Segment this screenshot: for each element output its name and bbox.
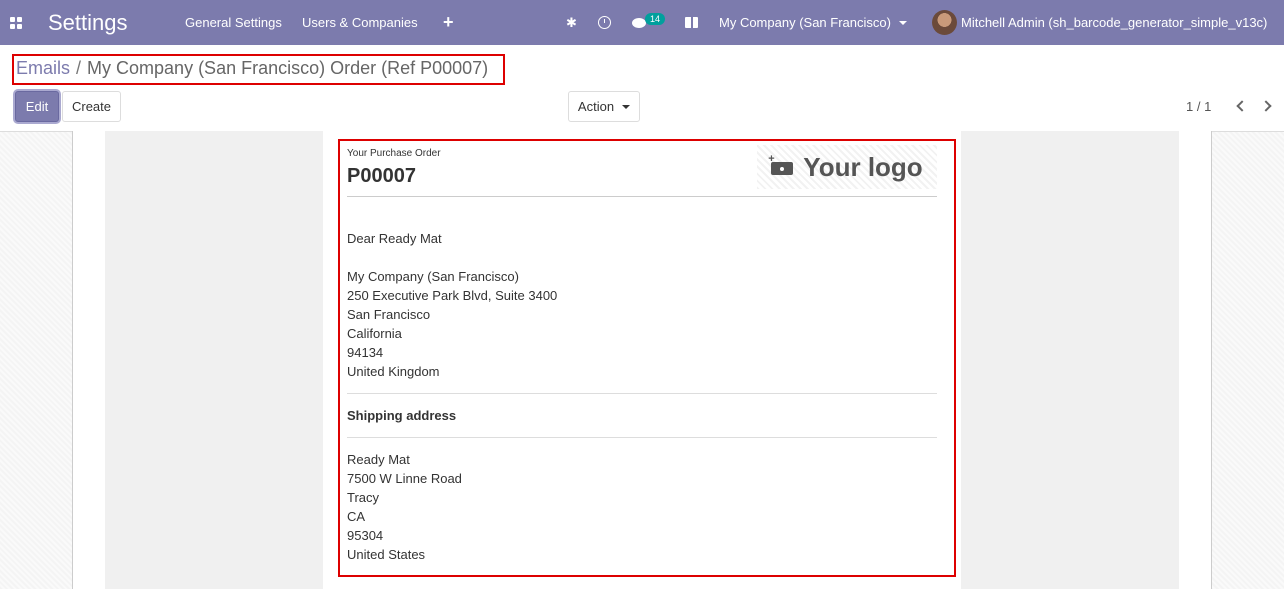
gift-icon[interactable] [685, 0, 698, 45]
purchase-order-label: Your Purchase Order [347, 148, 441, 159]
shipping-address-line: Tracy [347, 490, 380, 505]
menu-general-settings[interactable]: General Settings [185, 0, 282, 45]
apps-menu-icon[interactable] [10, 0, 24, 45]
company-logo-placeholder: + Your logo [757, 145, 937, 189]
company-address-line: California [347, 326, 402, 341]
edit-button[interactable]: Edit [15, 91, 59, 122]
chevron-left-icon [1236, 100, 1248, 112]
breadcrumb-separator: / [76, 58, 82, 78]
messaging-chat-icon[interactable] [632, 0, 646, 45]
user-menu[interactable]: Mitchell Admin (sh_barcode_generator_sim… [961, 0, 1267, 45]
company-address-line: 94134 [347, 345, 384, 360]
shipping-address-line: CA [347, 509, 366, 524]
app-title[interactable]: Settings [48, 0, 128, 45]
message-count-badge: 14 [645, 13, 665, 25]
top-navbar: Settings General Settings Users & Compan… [0, 0, 1284, 45]
breadcrumb-current: My Company (San Francisco) Order (Ref P0… [87, 58, 489, 78]
pager-next-button[interactable] [1260, 97, 1275, 115]
breadcrumb: Emails / My Company (San Francisco) Order … [16, 58, 488, 79]
menu-more-plus-icon[interactable]: + [443, 0, 454, 45]
section-divider [347, 393, 937, 394]
company-address-line: United Kingdom [347, 364, 440, 379]
email-highlight-box [338, 139, 956, 577]
breadcrumb-emails-link[interactable]: Emails [16, 58, 70, 78]
action-label: Action [577, 99, 615, 114]
company-name: My Company (San Francisco) [719, 15, 891, 30]
shipping-address-line: Ready Mat [347, 452, 410, 467]
shipping-address-line: 95304 [347, 528, 384, 543]
create-button[interactable]: Create [62, 91, 121, 122]
action-dropdown-button[interactable]: Action [568, 91, 640, 122]
shipping-address-line: United States [347, 547, 426, 562]
activities-clock-icon[interactable] [598, 0, 611, 45]
menu-users-companies[interactable]: Users & Companies [302, 0, 418, 45]
shipping-address-line: 7500 W Linne Road [347, 471, 462, 486]
greeting: Dear Ready Mat [347, 231, 442, 246]
pager-previous-button[interactable] [1234, 97, 1248, 115]
company-switcher[interactable]: My Company (San Francisco) [719, 0, 907, 45]
section-divider [347, 437, 937, 438]
chevron-down-icon [622, 104, 631, 109]
header-divider [347, 196, 937, 197]
user-avatar[interactable] [932, 10, 957, 35]
company-address-line: San Francisco [347, 307, 431, 322]
company-address-line: 250 Executive Park Blvd, Suite 3400 [347, 288, 558, 303]
camera-icon: + [768, 153, 794, 175]
chevron-right-icon [1260, 100, 1272, 112]
shipping-heading: Shipping address [347, 408, 457, 423]
order-number: P00007 [347, 165, 416, 187]
pager-value[interactable]: 1 / 1 [1186, 99, 1211, 114]
debug-bug-icon[interactable]: ✱ [566, 0, 577, 45]
chevron-down-icon [898, 20, 907, 25]
logo-text: Your logo [803, 151, 923, 182]
company-address-line: My Company (San Francisco) [347, 269, 519, 284]
